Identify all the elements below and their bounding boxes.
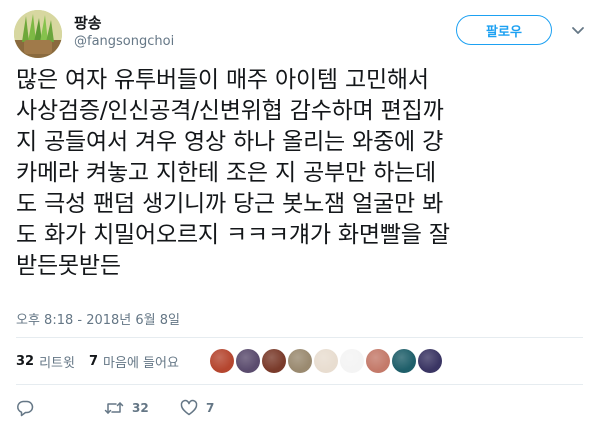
tweet-text: 많은 여자 유투버들이 매주 아이템 고민해서 사상검증/인신공격/신변위협 감… (16, 65, 586, 282)
tweet-text-line: 도 화가 치밀어오르지 ㅋㅋㅋ걔가 화면빨을 잘 (16, 222, 450, 248)
reply-button[interactable] (16, 399, 104, 417)
tweet-text-line: 지 공들여서 겨우 영상 하나 올리는 와중에 걍 (16, 129, 444, 155)
likes-label[interactable]: 마음에 들어요 (103, 352, 179, 371)
liker-avatar-3[interactable] (262, 349, 286, 373)
liker-avatar-1[interactable] (210, 349, 234, 373)
liker-avatar-8[interactable] (392, 349, 416, 373)
retweets-count[interactable]: 32 (16, 354, 34, 369)
retweet-icon (104, 399, 124, 417)
divider (16, 337, 583, 338)
retweet-count: 32 (132, 401, 149, 415)
reply-icon (16, 399, 34, 417)
likes-count[interactable]: 7 (89, 354, 98, 369)
tweet-text-line: 받든못받든 (16, 253, 121, 279)
liker-avatar-6[interactable] (340, 349, 364, 373)
tweet-card: 팡송 @fangsongchoi 팔로우 많은 여자 유투버들이 매주 아이템 … (0, 0, 599, 433)
liker-avatars (210, 349, 444, 375)
chevron-down-icon[interactable] (570, 22, 586, 38)
follow-button[interactable]: 팔로우 (456, 15, 552, 45)
liker-avatar-2[interactable] (236, 349, 260, 373)
liker-avatar-4[interactable] (288, 349, 312, 373)
tweet-text-line: 사상검증/인신공격/신변위협 감수하며 편집까 (16, 98, 444, 124)
liker-avatar-9[interactable] (418, 349, 442, 373)
retweet-button[interactable]: 32 (104, 399, 180, 417)
heart-icon (180, 399, 198, 417)
tweet-timestamp[interactable]: 오후 8:18 - 2018년 6월 8일 (16, 309, 180, 328)
liker-avatar-5[interactable] (314, 349, 338, 373)
tweet-text-line: 카메라 켜놓고 지한테 조은 지 공부만 하는데 (16, 160, 436, 186)
author-display-name[interactable]: 팡송 (74, 12, 102, 33)
author-avatar[interactable] (14, 10, 62, 58)
tweet-actions: 32 7 (16, 396, 214, 420)
liker-avatar-7[interactable] (366, 349, 390, 373)
divider (16, 384, 583, 385)
like-button[interactable]: 7 (180, 399, 214, 417)
tweet-text-line: 도 극성 팬덤 생기니까 당근 봇노잼 얼굴만 봐 (16, 191, 444, 217)
tweet-text-line: 많은 여자 유투버들이 매주 아이템 고민해서 (16, 67, 429, 93)
author-handle[interactable]: @fangsongchoi (74, 34, 174, 49)
engagement-stats: 32 리트윗 7 마음에 들어요 (16, 347, 193, 375)
like-count: 7 (206, 401, 215, 415)
retweets-label[interactable]: 리트윗 (39, 352, 75, 371)
